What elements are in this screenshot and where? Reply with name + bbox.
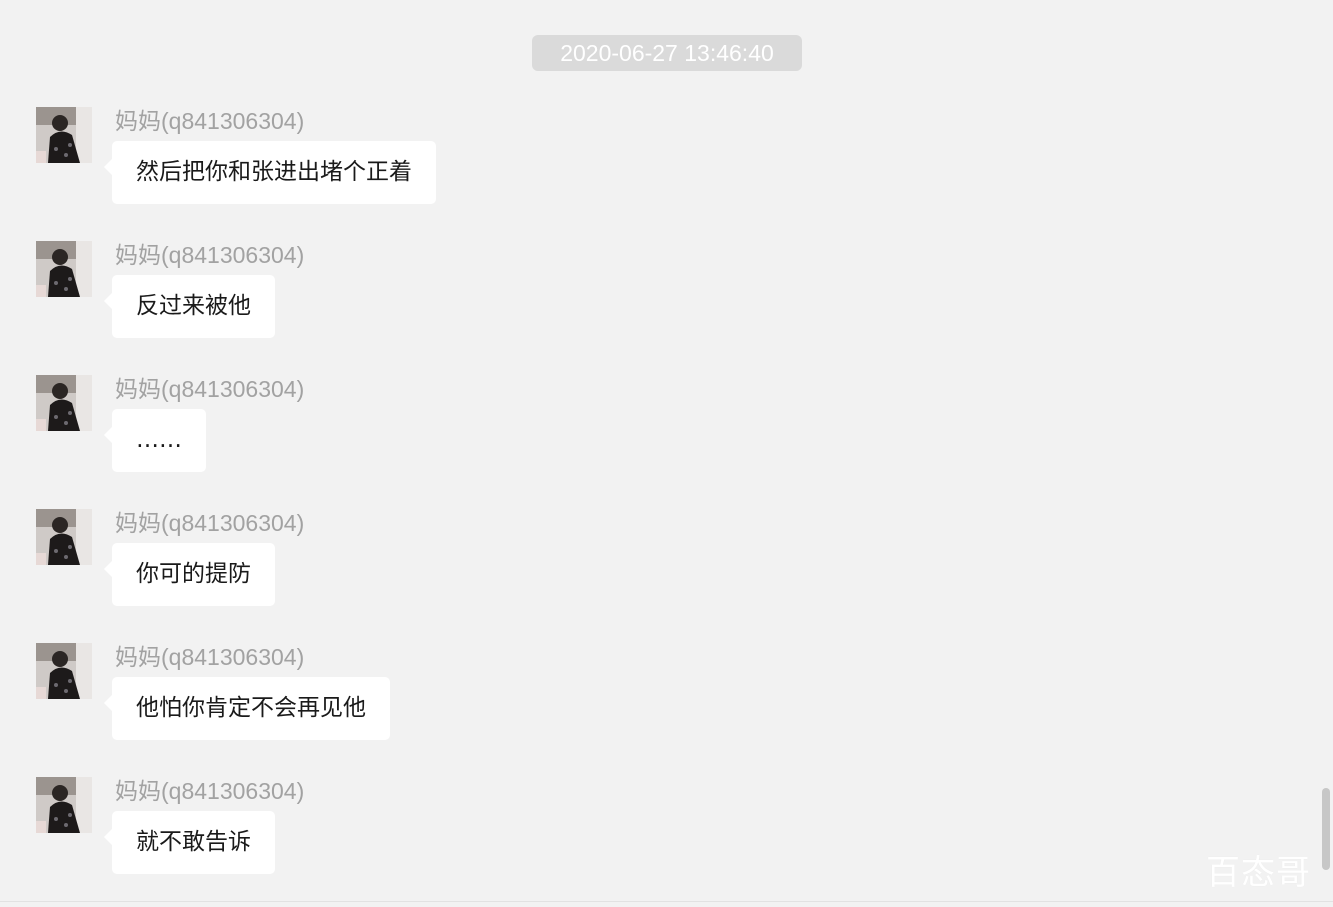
sender-name[interactable]: 妈妈(q841306304): [115, 375, 304, 403]
avatar-photo-icon: [36, 241, 92, 297]
sender-name[interactable]: 妈妈(q841306304): [115, 643, 304, 671]
message-bubble[interactable]: 你可的提防: [104, 543, 275, 606]
message-timestamp: 2020-06-27 13:46:40: [532, 35, 802, 71]
message-item: 妈妈(q841306304) 反过来被他: [0, 241, 900, 361]
avatar-photo-icon: [36, 643, 92, 699]
message-item: 妈妈(q841306304) 就不敢告诉: [0, 777, 900, 897]
avatar-photo-icon: [36, 777, 92, 833]
message-bubble[interactable]: 就不敢告诉: [104, 811, 275, 874]
sender-name[interactable]: 妈妈(q841306304): [115, 107, 304, 135]
message-item: 妈妈(q841306304) ……: [0, 375, 900, 495]
message-item: 妈妈(q841306304) 然后把你和张进出堵个正着: [0, 107, 900, 227]
avatar[interactable]: [36, 107, 92, 163]
divider: [0, 901, 1333, 902]
message-bubble[interactable]: 他怕你肯定不会再见他: [104, 677, 390, 740]
scrollbar-thumb[interactable]: [1322, 788, 1330, 870]
avatar-photo-icon: [36, 107, 92, 163]
watermark: 百态哥: [1206, 853, 1311, 893]
sender-name[interactable]: 妈妈(q841306304): [115, 509, 304, 537]
message-bubble[interactable]: 然后把你和张进出堵个正着: [104, 141, 436, 204]
chat-message-area[interactable]: 2020-06-27 13:46:40 妈妈(q841306304) 然后把你和…: [0, 0, 1333, 907]
avatar[interactable]: [36, 375, 92, 431]
sender-name[interactable]: 妈妈(q841306304): [115, 777, 304, 805]
message-bubble[interactable]: 反过来被他: [104, 275, 275, 338]
sender-name[interactable]: 妈妈(q841306304): [115, 241, 304, 269]
avatar[interactable]: [36, 777, 92, 833]
avatar[interactable]: [36, 509, 92, 565]
message-item: 妈妈(q841306304) 他怕你肯定不会再见他: [0, 643, 900, 763]
message-item: 妈妈(q841306304) 你可的提防: [0, 509, 900, 629]
avatar-photo-icon: [36, 375, 92, 431]
avatar[interactable]: [36, 643, 92, 699]
message-bubble[interactable]: ……: [104, 409, 206, 472]
avatar-photo-icon: [36, 509, 92, 565]
avatar[interactable]: [36, 241, 92, 297]
